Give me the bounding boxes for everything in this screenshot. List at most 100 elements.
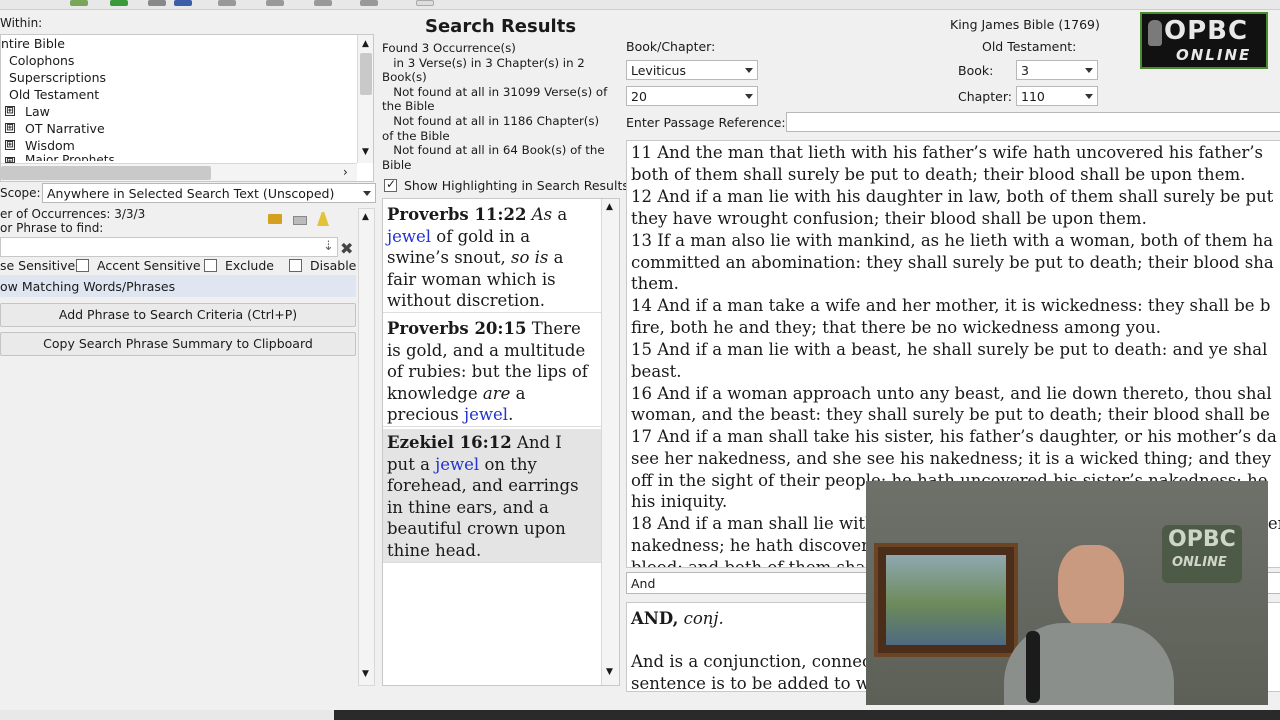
verse-line: his iniquity. [631,492,728,511]
microphone-icon [1148,20,1162,46]
highlighted-word: jewel [435,454,480,474]
show-highlighting-checkbox[interactable] [384,177,397,192]
scroll-down-icon[interactable]: ▼ [606,667,613,677]
verse-line: 14 And if a man take a wife and her moth… [631,296,1271,315]
tree-item-entire-bible[interactable]: ntire Bible [1,36,65,51]
tree-scroll-thumb[interactable] [360,53,372,95]
scroll-down-icon[interactable]: ▼ [362,669,369,679]
folder-icon[interactable] [268,214,282,224]
tree-item-law[interactable]: Law [25,104,50,119]
dictionary-headword: AND, [631,609,679,628]
forward-icon[interactable] [148,0,166,6]
scroll-up-icon[interactable]: ▲ [362,212,369,222]
tree-horizontal-scrollbar[interactable]: › [1,163,357,181]
verse-line: beast. [631,362,682,381]
pen-icon-3[interactable] [314,0,332,6]
chevron-down-icon [363,191,371,196]
add-phrase-button[interactable]: Add Phrase to Search Criteria (Ctrl+P) [0,303,356,327]
close-icon[interactable]: ✖ [340,239,353,258]
summary-line: Book(s) [382,70,427,85]
scroll-right-icon[interactable]: › [343,165,348,179]
phrase-input[interactable]: ⇣ [0,237,338,257]
result-reference[interactable]: Ezekiel 16:12 [387,433,512,452]
presenter-head [1058,545,1124,629]
copy-summary-button[interactable]: Copy Search Phrase Summary to Clipboard [0,332,356,356]
expand-icon[interactable]: ⊞ [5,123,15,133]
note-icon[interactable] [416,0,434,6]
taskbar-left [0,710,334,720]
chevron-down-icon [1085,94,1093,99]
tree-item-ot-narrative[interactable]: OT Narrative [25,121,105,136]
highlighted-word: jewel [387,226,432,246]
result-item[interactable]: Proverbs 11:22 As a jewel of gold in a s… [383,201,601,313]
verse-line: 12 And if a man lie with his daughter in… [631,187,1274,206]
tree-item-superscriptions[interactable]: Superscriptions [9,70,106,85]
summary-line: Not found at all in 64 Book(s) of the [382,143,605,158]
expand-icon[interactable]: ⊞ [5,106,15,116]
scroll-up-icon[interactable]: ▲ [362,39,369,49]
chapter-number-value: 110 [1021,89,1045,104]
highlighted-word: jewel [464,405,509,425]
matching-words-row[interactable]: ow Matching Words/Phrases [0,275,356,297]
chapter-select[interactable]: 20 [626,86,758,106]
passage-label: Enter Passage Reference: [626,115,786,130]
clear-icon[interactable] [293,216,307,225]
tree-item-old-testament[interactable]: Old Testament [9,87,99,102]
back-icon[interactable] [110,0,128,6]
result-item-selected[interactable]: Ezekiel 16:12 And I put a jewel on thy f… [383,429,601,563]
logo-text-online: ONLINE [1176,46,1252,64]
search-results-panel: Search Results Found 3 Occurrence(s) in … [378,10,629,700]
result-reference[interactable]: Proverbs 11:22 [387,205,526,224]
disable-checkbox[interactable] [289,259,302,272]
accent-sensitive-checkbox[interactable] [76,259,89,272]
summary-line: Not found at all in 31099 Verse(s) of [382,84,608,99]
wall-logo-online: ONLINE [1172,555,1227,570]
exclude-label: Exclude [225,258,274,273]
pen-icon-4[interactable] [360,0,378,6]
tree-item-major-prophets[interactable]: Major Prophets [25,153,115,161]
passage-input[interactable] [786,112,1280,132]
book-select-value: Leviticus [631,63,686,78]
pen-icon-2[interactable] [266,0,284,6]
book-selection-tree[interactable]: ntire Bible Colophons Superscriptions Ol… [0,34,374,182]
results-scrollbar[interactable]: ▲ ▼ [601,199,619,685]
logo-text-opbc: OPBC [1164,16,1249,46]
tree-vertical-scrollbar[interactable]: ▲ ▼ [357,35,373,163]
painting-image [886,555,1006,645]
book-icon[interactable] [174,0,192,6]
testament-label: Old Testament: [982,39,1077,54]
chapter-select-value: 20 [631,89,647,104]
results-list[interactable]: Proverbs 11:22 As a jewel of gold in a s… [382,198,620,686]
wall-logo-opbc: OPBC [1168,527,1236,552]
broom-icon[interactable] [317,212,329,226]
matching-words-label: ow Matching Words/Phrases [0,279,176,294]
tree-item-colophons[interactable]: Colophons [9,53,74,68]
verse-line: both of them shall surely be put to deat… [631,165,1246,184]
book-select[interactable]: Leviticus [626,60,758,80]
arrow-down-icon[interactable]: ⇣ [323,239,334,254]
summary-line: Bible [382,157,412,172]
tree-item-wisdom[interactable]: Wisdom [25,138,75,153]
accent-sensitive-label: Accent Sensitive [97,258,201,273]
chapter-number-select[interactable]: 110 [1016,86,1098,106]
framed-painting [874,543,1018,657]
expand-icon[interactable]: ⊞ [5,140,15,150]
scroll-up-icon[interactable]: ▲ [606,202,613,212]
pen-icon[interactable] [218,0,236,6]
tree-hscroll-thumb[interactable] [1,166,211,180]
version-title: King James Bible (1769) [950,17,1100,32]
scope-select[interactable]: Anywhere in Selected Search Text (Unscop… [42,183,376,203]
result-item[interactable]: Proverbs 20:15 There is gold, and a mult… [383,315,601,427]
scope-select-value: Anywhere in Selected Search Text (Unscop… [47,186,335,201]
scroll-down-icon[interactable]: ▼ [362,147,369,157]
verse-line: 11 And the man that lieth with his fathe… [631,143,1263,162]
result-reference[interactable]: Proverbs 20:15 [387,319,526,338]
phrase-label: or Phrase to find: [0,221,104,235]
wall-logo: OPBC ONLINE [1162,525,1242,583]
show-highlighting-label: Show Highlighting in Search Results [404,178,629,193]
chevron-down-icon [745,68,753,73]
open-icon[interactable] [70,0,88,6]
exclude-checkbox[interactable] [204,259,217,272]
left-vertical-scrollbar[interactable]: ▲ ▼ [358,208,375,686]
book-number-select[interactable]: 3 [1016,60,1098,80]
